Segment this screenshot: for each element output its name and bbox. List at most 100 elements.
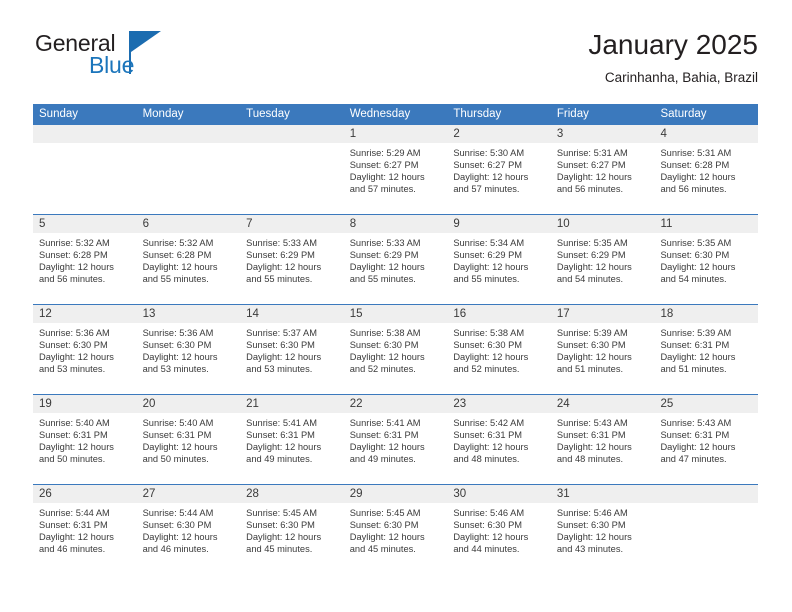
calendar-day-cell[interactable]: 29 Sunrise: 5:45 AM Sunset: 6:30 PM Dayligh… bbox=[343, 485, 448, 574]
calendar-day-cell[interactable]: 4 Sunrise: 5:31 AM Sunset: 6:28 PM Daylight… bbox=[654, 125, 759, 214]
calendar-day-cell[interactable]: 15 Sunrise: 5:38 AM Sunset: 6:30 PM Dayligh… bbox=[343, 305, 448, 394]
triangle-flag-icon bbox=[131, 31, 161, 52]
day-daylight-line1-text: Daylight: 12 hours bbox=[142, 262, 218, 273]
day-daylight-line2-text: and 45 minutes. bbox=[246, 544, 313, 555]
calendar-day-cell[interactable]: 26 Sunrise: 5:44 AM Sunset: 6:31 PM Dayligh… bbox=[33, 485, 137, 574]
day-daylight-line1-text: Daylight: 12 hours bbox=[349, 532, 425, 543]
day-details: Sunrise: 5:42 AM Sunset: 6:31 PM Daylight:… bbox=[447, 413, 551, 465]
day-daylight-line2-text: and 56 minutes. bbox=[660, 184, 727, 195]
day-daylight-line1-text: Daylight: 12 hours bbox=[246, 262, 322, 273]
day-sunset-text: Sunset: 6:30 PM bbox=[39, 340, 108, 351]
day-daylight-line1-text: Daylight: 12 hours bbox=[39, 442, 114, 453]
day-number: 20 bbox=[136, 395, 241, 413]
day-daylight-line1-text: Daylight: 12 hours bbox=[142, 532, 218, 543]
brand-logo[interactable]: General Blue bbox=[33, 28, 203, 90]
calendar-day-cell[interactable]: 9 Sunrise: 5:34 AM Sunset: 6:29 PM Daylight… bbox=[447, 215, 551, 304]
calendar-day-cell[interactable]: 7 Sunrise: 5:33 AM Sunset: 6:29 PM Daylight… bbox=[240, 215, 344, 304]
day-details: Sunrise: 5:32 AM Sunset: 6:28 PM Daylight:… bbox=[33, 233, 137, 285]
day-number: 29 bbox=[343, 485, 448, 503]
calendar-day-cell[interactable]: 8 Sunrise: 5:33 AM Sunset: 6:29 PM Daylight… bbox=[343, 215, 448, 304]
calendar-day-cell[interactable]: 2 Sunrise: 5:30 AM Sunset: 6:27 PM Daylight… bbox=[447, 125, 551, 214]
day-number: 5 bbox=[33, 215, 137, 233]
calendar-week-row: 5 Sunrise: 5:32 AM Sunset: 6:28 PM Daylight… bbox=[33, 214, 759, 304]
calendar-day-cell[interactable]: 17 Sunrise: 5:39 AM Sunset: 6:30 PM Dayligh… bbox=[550, 305, 655, 394]
day-number: 8 bbox=[343, 215, 448, 233]
day-number: 19 bbox=[33, 395, 137, 413]
weekday-header-tuesday: Tuesday bbox=[246, 108, 290, 120]
day-daylight-line2-text: and 53 minutes. bbox=[246, 364, 313, 375]
day-number: 31 bbox=[550, 485, 655, 503]
day-number: 3 bbox=[550, 125, 655, 143]
day-details: Sunrise: 5:40 AM Sunset: 6:31 PM Daylight:… bbox=[33, 413, 137, 465]
title-block: January 2025 Carinhanha, Bahia, Brazil bbox=[588, 28, 758, 86]
day-details: Sunrise: 5:29 AM Sunset: 6:27 PM Daylight:… bbox=[344, 143, 448, 195]
calendar-week-row: 26 Sunrise: 5:44 AM Sunset: 6:31 PM Dayligh… bbox=[33, 484, 759, 574]
calendar-day-cell[interactable]: 10 Sunrise: 5:35 AM Sunset: 6:29 PM Dayligh… bbox=[550, 215, 655, 304]
calendar-day-cell[interactable]: 3 Sunrise: 5:31 AM Sunset: 6:27 PM Daylight… bbox=[550, 125, 655, 214]
calendar-day-cell[interactable]: 31 Sunrise: 5:46 AM Sunset: 6:30 PM Dayligh… bbox=[550, 485, 655, 574]
calendar-day-cell[interactable]: 28 Sunrise: 5:45 AM Sunset: 6:30 PM Dayligh… bbox=[240, 485, 344, 574]
day-details: Sunrise: 5:31 AM Sunset: 6:28 PM Daylight:… bbox=[654, 143, 758, 195]
day-sunrise-text: Sunrise: 5:42 AM bbox=[453, 418, 525, 428]
weekday-header-sunday: Sunday bbox=[39, 108, 79, 120]
day-sunrise-text: Sunrise: 5:41 AM bbox=[349, 418, 421, 428]
calendar-week-row: 1 Sunrise: 5:29 AM Sunset: 6:27 PM Daylight… bbox=[33, 125, 759, 214]
day-number: 9 bbox=[447, 215, 551, 233]
calendar-day-cell[interactable]: 20 Sunrise: 5:40 AM Sunset: 6:31 PM Dayligh… bbox=[136, 395, 241, 484]
day-number: 7 bbox=[240, 215, 344, 233]
day-daylight-line2-text: and 44 minutes. bbox=[453, 544, 520, 555]
day-details: Sunrise: 5:45 AM Sunset: 6:30 PM Daylight:… bbox=[240, 503, 344, 555]
day-details: Sunrise: 5:33 AM Sunset: 6:29 PM Daylight:… bbox=[240, 233, 344, 285]
day-number bbox=[136, 125, 241, 143]
calendar-day-cell[interactable]: 22 Sunrise: 5:41 AM Sunset: 6:31 PM Dayligh… bbox=[343, 395, 448, 484]
day-sunrise-text: Sunrise: 5:40 AM bbox=[142, 418, 214, 428]
day-number: 17 bbox=[550, 305, 655, 323]
day-sunset-text: Sunset: 6:30 PM bbox=[660, 250, 730, 261]
calendar-day-cell[interactable]: 12 Sunrise: 5:36 AM Sunset: 6:30 PM Dayligh… bbox=[33, 305, 137, 394]
day-number: 27 bbox=[136, 485, 241, 503]
calendar-day-cell[interactable]: 5 Sunrise: 5:32 AM Sunset: 6:28 PM Daylight… bbox=[33, 215, 137, 304]
calendar-grid: Sunday Monday Tuesday Wednesday Thursday… bbox=[33, 104, 759, 574]
day-sunrise-text: Sunrise: 5:36 AM bbox=[142, 328, 214, 338]
day-sunset-text: Sunset: 6:31 PM bbox=[660, 340, 730, 351]
day-daylight-line1-text: Daylight: 12 hours bbox=[556, 442, 632, 453]
day-sunrise-text: Sunrise: 5:31 AM bbox=[660, 148, 732, 158]
calendar-day-cell[interactable]: 11 Sunrise: 5:35 AM Sunset: 6:30 PM Dayligh… bbox=[654, 215, 759, 304]
weekday-header-friday: Friday bbox=[556, 108, 589, 120]
day-number: 24 bbox=[550, 395, 655, 413]
calendar-day-cell[interactable]: 16 Sunrise: 5:38 AM Sunset: 6:30 PM Dayligh… bbox=[447, 305, 551, 394]
day-sunrise-text: Sunrise: 5:38 AM bbox=[349, 328, 421, 338]
day-sunrise-text: Sunrise: 5:46 AM bbox=[556, 508, 628, 518]
day-details: Sunrise: 5:44 AM Sunset: 6:30 PM Daylight:… bbox=[137, 503, 241, 555]
day-daylight-line1-text: Daylight: 12 hours bbox=[556, 532, 632, 543]
day-sunset-text: Sunset: 6:29 PM bbox=[556, 250, 626, 261]
day-sunset-text: Sunset: 6:30 PM bbox=[556, 520, 626, 531]
day-daylight-line2-text: and 52 minutes. bbox=[453, 364, 520, 375]
calendar-day-cell[interactable]: 24 Sunrise: 5:43 AM Sunset: 6:31 PM Dayligh… bbox=[550, 395, 655, 484]
day-number bbox=[33, 125, 137, 143]
calendar-day-cell[interactable]: 6 Sunrise: 5:32 AM Sunset: 6:28 PM Daylight… bbox=[136, 215, 241, 304]
day-daylight-line2-text: and 47 minutes. bbox=[660, 454, 727, 465]
day-daylight-line1-text: Daylight: 12 hours bbox=[453, 532, 529, 543]
day-number: 30 bbox=[447, 485, 551, 503]
calendar-day-cell[interactable]: 1 Sunrise: 5:29 AM Sunset: 6:27 PM Daylight… bbox=[343, 125, 448, 214]
calendar-day-cell[interactable]: 25 Sunrise: 5:43 AM Sunset: 6:31 PM Dayligh… bbox=[654, 395, 759, 484]
day-daylight-line2-text: and 57 minutes. bbox=[349, 184, 416, 195]
day-sunrise-text: Sunrise: 5:43 AM bbox=[556, 418, 628, 428]
calendar-day-cell[interactable]: 27 Sunrise: 5:44 AM Sunset: 6:30 PM Dayligh… bbox=[136, 485, 241, 574]
calendar-day-cell[interactable]: 21 Sunrise: 5:41 AM Sunset: 6:31 PM Dayligh… bbox=[240, 395, 344, 484]
day-sunset-text: Sunset: 6:31 PM bbox=[349, 430, 419, 441]
calendar-day-cell[interactable]: 18 Sunrise: 5:39 AM Sunset: 6:31 PM Dayligh… bbox=[654, 305, 759, 394]
day-details: Sunrise: 5:46 AM Sunset: 6:30 PM Daylight:… bbox=[551, 503, 655, 555]
calendar-day-cell[interactable]: 13 Sunrise: 5:36 AM Sunset: 6:30 PM Dayligh… bbox=[136, 305, 241, 394]
calendar-day-cell[interactable]: 19 Sunrise: 5:40 AM Sunset: 6:31 PM Dayligh… bbox=[33, 395, 137, 484]
calendar-day-cell[interactable]: 14 Sunrise: 5:37 AM Sunset: 6:30 PM Dayligh… bbox=[240, 305, 344, 394]
day-details: Sunrise: 5:46 AM Sunset: 6:30 PM Daylight:… bbox=[447, 503, 551, 555]
calendar-day-cell[interactable]: 23 Sunrise: 5:42 AM Sunset: 6:31 PM Dayligh… bbox=[447, 395, 551, 484]
weekday-header-wednesday: Wednesday bbox=[349, 108, 411, 120]
day-daylight-line1-text: Daylight: 12 hours bbox=[246, 442, 322, 453]
day-daylight-line2-text: and 45 minutes. bbox=[349, 544, 416, 555]
calendar-day-cell[interactable]: 30 Sunrise: 5:46 AM Sunset: 6:30 PM Dayligh… bbox=[447, 485, 551, 574]
day-number: 4 bbox=[654, 125, 759, 143]
day-details: Sunrise: 5:36 AM Sunset: 6:30 PM Daylight:… bbox=[33, 323, 137, 375]
